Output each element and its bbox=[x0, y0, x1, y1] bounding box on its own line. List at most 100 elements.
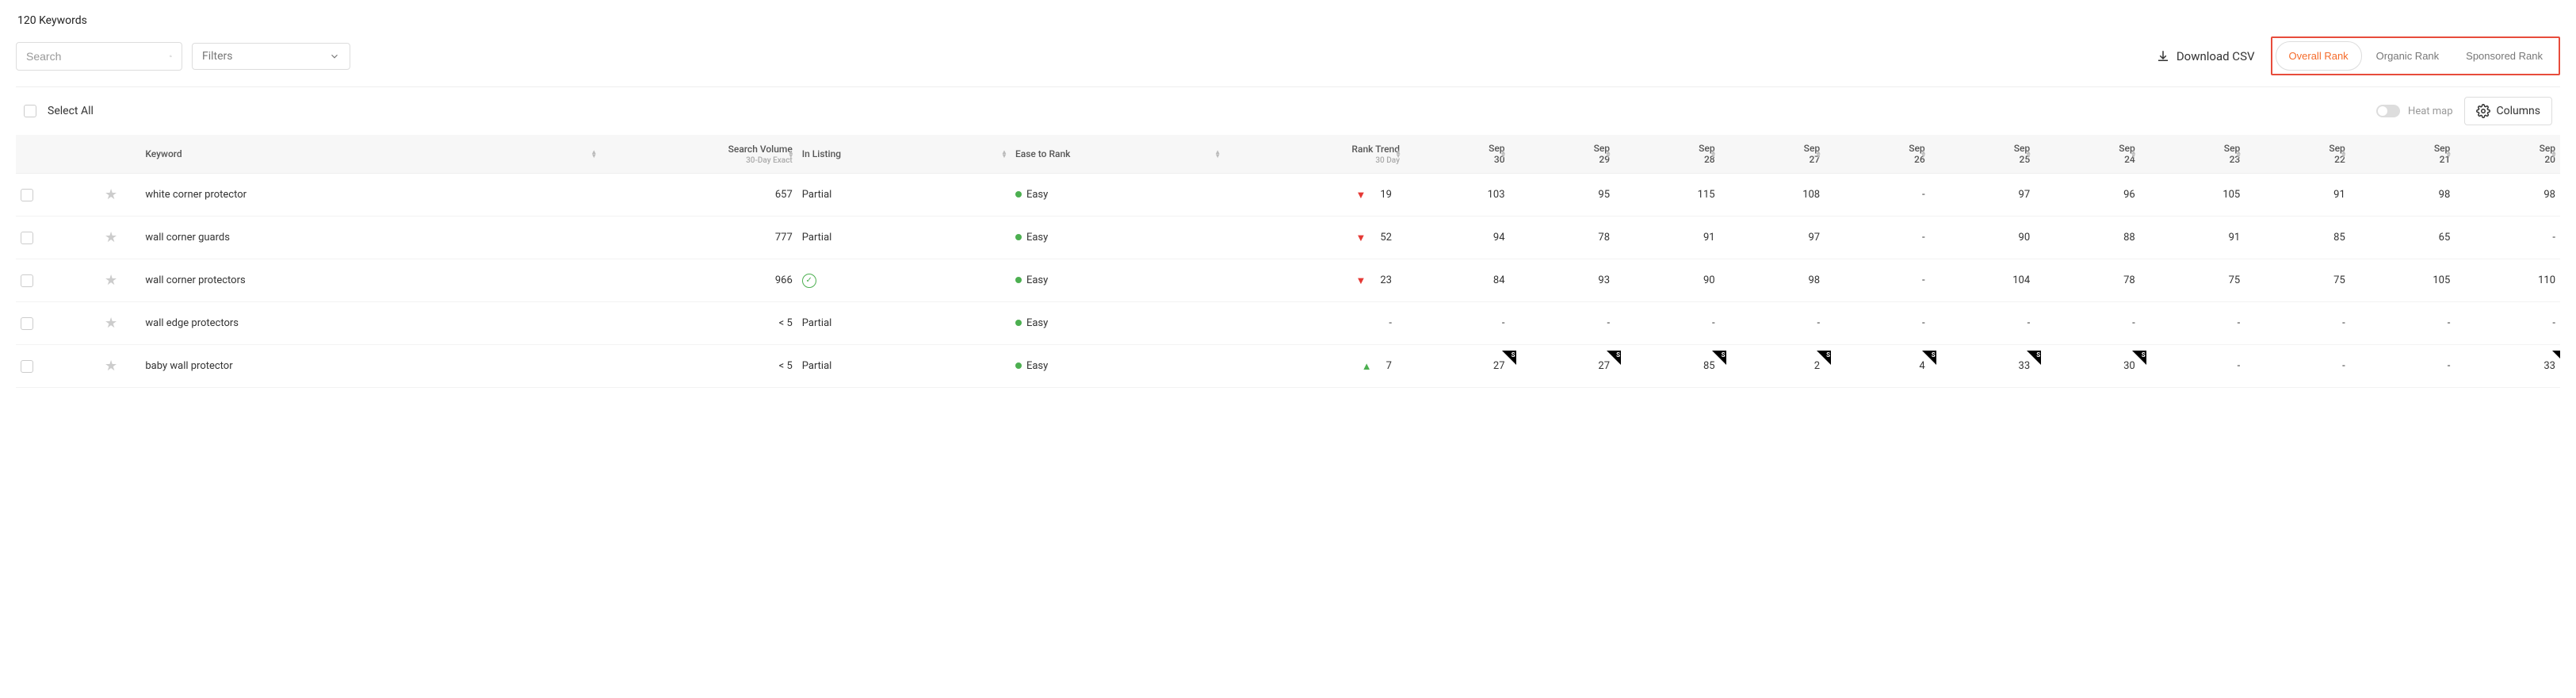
col-rank-trend[interactable]: Rank Trend 30 Day ▲▼ bbox=[1224, 135, 1405, 174]
row-checkbox[interactable] bbox=[21, 232, 33, 244]
star-icon[interactable]: ★ bbox=[105, 315, 117, 332]
date-rank-cell: - bbox=[1615, 302, 1720, 345]
row-checkbox[interactable] bbox=[21, 189, 33, 201]
col-date[interactable]: Sep29▲▼ bbox=[1510, 135, 1615, 174]
check-circle-icon: ✓ bbox=[802, 274, 816, 288]
star-icon[interactable]: ★ bbox=[105, 272, 117, 289]
date-rank-cell: 104 bbox=[1930, 259, 2035, 302]
date-rank-cell: 108 bbox=[1720, 174, 1825, 217]
col-date[interactable]: Sep28▲▼ bbox=[1615, 135, 1720, 174]
sort-icon: ▲▼ bbox=[1710, 150, 1717, 158]
table-row: ★baby wall protector< 5PartialEasy▲72727… bbox=[16, 345, 2560, 388]
col-date[interactable]: Sep23▲▼ bbox=[2140, 135, 2245, 174]
col-date[interactable]: Sep22▲▼ bbox=[2245, 135, 2350, 174]
sponsored-badge-icon bbox=[1607, 351, 1621, 365]
date-rank-cell: 98 bbox=[1720, 259, 1825, 302]
col-ease-to-rank[interactable]: Ease to Rank ▲▼ bbox=[1011, 135, 1224, 174]
date-rank-cell: - bbox=[2350, 345, 2456, 388]
columns-label: Columns bbox=[2497, 105, 2540, 117]
date-rank-cell: - bbox=[2245, 302, 2350, 345]
sort-icon: ▲▼ bbox=[1605, 150, 1611, 158]
sort-icon: ▲▼ bbox=[2025, 150, 2031, 158]
date-rank-cell: 115 bbox=[1615, 174, 1720, 217]
keyword-cell[interactable]: baby wall protector bbox=[140, 345, 600, 388]
date-rank-cell: - bbox=[1510, 302, 1615, 345]
date-rank-cell: 110 bbox=[2455, 259, 2560, 302]
col-date[interactable]: Sep27▲▼ bbox=[1720, 135, 1825, 174]
date-rank-cell: - bbox=[2035, 302, 2140, 345]
heat-map-toggle[interactable] bbox=[2376, 105, 2400, 117]
ease-cell: Easy bbox=[1011, 259, 1224, 302]
date-rank-cell: 91 bbox=[1615, 217, 1720, 259]
trend-up-icon: ▲ bbox=[1362, 360, 1372, 373]
sponsored-badge-icon bbox=[1922, 351, 1936, 365]
status-dot-icon bbox=[1015, 320, 1022, 326]
table-row: ★white corner protector657PartialEasy▼19… bbox=[16, 174, 2560, 217]
date-rank-cell: - bbox=[1825, 259, 1930, 302]
col-date[interactable]: Sep21▲▼ bbox=[2350, 135, 2456, 174]
date-rank-cell: - bbox=[1930, 302, 2035, 345]
col-date[interactable]: Sep24▲▼ bbox=[2035, 135, 2140, 174]
star-icon[interactable]: ★ bbox=[105, 358, 117, 374]
col-keyword[interactable]: Keyword ▲▼ bbox=[140, 135, 600, 174]
row-checkbox[interactable] bbox=[21, 274, 33, 287]
keyword-cell[interactable]: white corner protector bbox=[140, 174, 600, 217]
date-rank-cell: - bbox=[2455, 217, 2560, 259]
filters-dropdown[interactable]: Filters bbox=[192, 43, 350, 70]
sponsored-badge-icon bbox=[2027, 351, 2041, 365]
col-date[interactable]: Sep20▲▼ bbox=[2455, 135, 2560, 174]
row-checkbox[interactable] bbox=[21, 317, 33, 330]
col-date[interactable]: Sep26▲▼ bbox=[1825, 135, 1930, 174]
date-rank-cell: 97 bbox=[1720, 217, 1825, 259]
col-in-listing[interactable]: In Listing ▲▼ bbox=[797, 135, 1011, 174]
status-dot-icon bbox=[1015, 362, 1022, 369]
sort-icon: ▲▼ bbox=[2131, 150, 2137, 158]
filters-label: Filters bbox=[202, 50, 233, 63]
date-rank-cell: 95 bbox=[1510, 174, 1615, 217]
star-icon[interactable]: ★ bbox=[105, 186, 117, 203]
keyword-cell[interactable]: wall corner protectors bbox=[140, 259, 600, 302]
star-icon[interactable]: ★ bbox=[105, 229, 117, 246]
tab-organic-rank[interactable]: Organic Rank bbox=[2364, 41, 2452, 71]
sort-icon: ▲▼ bbox=[1921, 150, 1927, 158]
col-date[interactable]: Sep30▲▼ bbox=[1405, 135, 1510, 174]
search-icon bbox=[170, 49, 172, 63]
search-input[interactable] bbox=[26, 50, 170, 63]
date-rank-cell: 97 bbox=[1930, 174, 2035, 217]
sort-icon: ▲▼ bbox=[590, 150, 597, 158]
col-search-volume[interactable]: Search Volume 30-Day Exact ▲▼ bbox=[600, 135, 797, 174]
col-date[interactable]: Sep25▲▼ bbox=[1930, 135, 2035, 174]
date-rank-cell: 27 bbox=[1405, 345, 1510, 388]
sponsored-badge-icon bbox=[1817, 351, 1831, 365]
date-rank-cell: 78 bbox=[2035, 259, 2140, 302]
date-rank-cell: 94 bbox=[1405, 217, 1510, 259]
ease-cell: Easy bbox=[1011, 174, 1224, 217]
status-dot-icon bbox=[1015, 277, 1022, 283]
search-volume-cell: 777 bbox=[600, 217, 797, 259]
date-rank-cell: 27 bbox=[1510, 345, 1615, 388]
download-csv-button[interactable]: Download CSV bbox=[2150, 46, 2261, 67]
sort-icon: ▲▼ bbox=[1214, 150, 1221, 158]
rank-trend-cell: ▼23 bbox=[1224, 259, 1405, 302]
select-all-checkbox[interactable] bbox=[24, 105, 36, 117]
rank-trend-cell: ▲7 bbox=[1224, 345, 1405, 388]
keyword-cell[interactable]: wall corner guards bbox=[140, 217, 600, 259]
in-listing-cell: Partial bbox=[797, 302, 1011, 345]
gear-icon bbox=[2476, 104, 2490, 118]
date-rank-cell: 75 bbox=[2245, 259, 2350, 302]
date-rank-cell: - bbox=[1825, 174, 1930, 217]
tab-overall-rank[interactable]: Overall Rank bbox=[2276, 41, 2362, 71]
sort-icon: ▲▼ bbox=[2341, 150, 2347, 158]
keywords-table: Keyword ▲▼ Search Volume 30-Day Exact ▲▼… bbox=[16, 135, 2560, 388]
search-box[interactable] bbox=[16, 42, 182, 71]
sponsored-badge-icon bbox=[2552, 351, 2560, 365]
row-checkbox[interactable] bbox=[21, 360, 33, 373]
sort-icon: ▲▼ bbox=[2551, 150, 2557, 158]
heat-map-label: Heat map bbox=[2408, 105, 2453, 117]
columns-button[interactable]: Columns bbox=[2464, 97, 2552, 125]
page-title: 120 Keywords bbox=[17, 14, 87, 27]
search-volume-cell: < 5 bbox=[600, 302, 797, 345]
date-rank-cell: - bbox=[1720, 302, 1825, 345]
keyword-cell[interactable]: wall edge protectors bbox=[140, 302, 600, 345]
tab-sponsored-rank[interactable]: Sponsored Rank bbox=[2453, 41, 2555, 71]
